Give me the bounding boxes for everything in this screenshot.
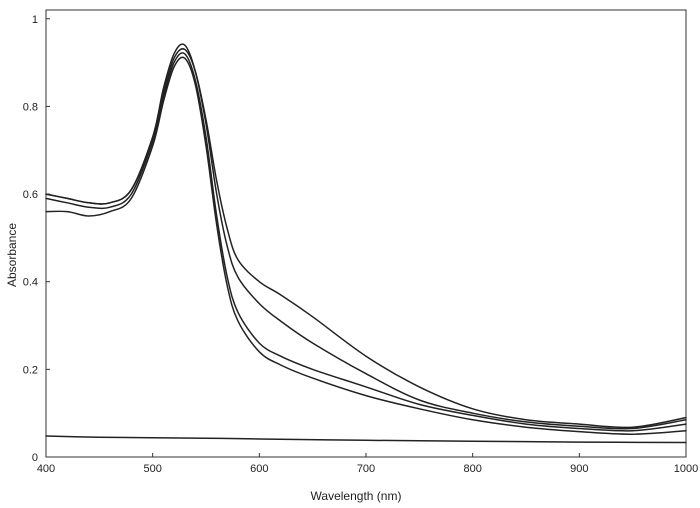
x-tick-label: 400 [37,463,55,475]
x-tick-label: 900 [570,463,588,475]
x-axis-label: Wavelength (nm) [311,489,402,503]
y-tick-label: 0.8 [23,101,38,113]
x-tick-label: 600 [250,463,268,475]
x-tick-label: 800 [463,463,481,475]
x-tick-label: 700 [357,463,375,475]
y-tick-label: 0.4 [23,277,38,289]
x-tick-label: 1000 [674,463,698,475]
y-tick-label: 0.6 [23,189,38,201]
y-tick-label: 0.2 [23,364,38,376]
y-axis-label: Absorbance [5,223,19,287]
x-tick-label: 500 [143,463,161,475]
chart-background [0,0,700,508]
absorbance-spectrum-chart: 00.20.40.60.81 400 500 600 700 800 900 1000 Wa… [0,0,700,508]
y-tick-label: 1 [32,14,38,26]
